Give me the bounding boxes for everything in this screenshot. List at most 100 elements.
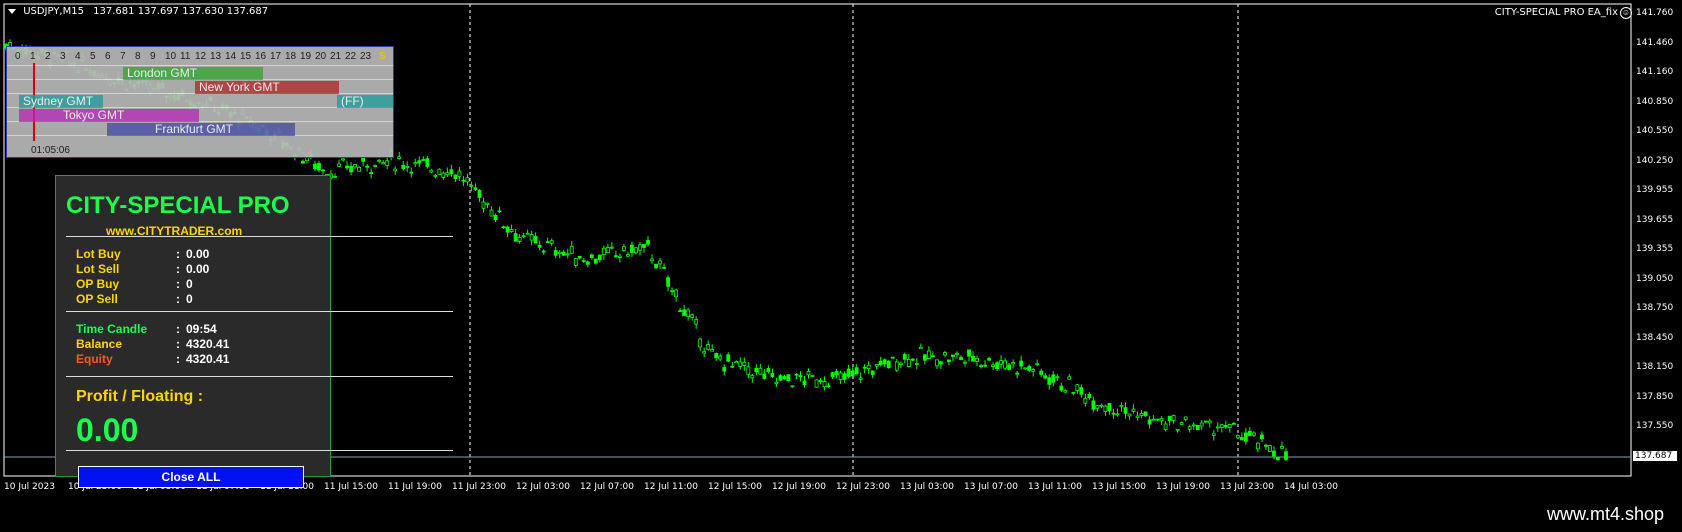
s-label: S [379,51,386,62]
hour-label: 0 [15,51,21,62]
candle-body [995,362,999,370]
time-axis-label: 12 Jul 19:00 [772,482,826,492]
time-axis-label: 12 Jul 11:00 [644,482,698,492]
hour-label: 23 [360,51,372,62]
divider [66,450,453,451]
candle-body [662,266,666,269]
candle-body [493,214,498,221]
hour-scale: 0 1 2 3 4 5 6 7 8 9 10 11 12 13 14 15 16 17 18 19 20 21 22 23 [15,51,375,62]
candle-body [658,260,662,265]
candle-body [321,169,325,172]
candle-body [605,247,610,254]
candle-body [585,261,590,265]
candle-body [959,356,963,361]
candle-body [481,201,486,209]
candle-body [818,380,823,383]
candle-body [910,358,915,361]
candle-body [822,381,827,388]
dropdown-icon[interactable] [8,8,16,14]
candle-body [1031,369,1036,372]
candle-body [1223,425,1228,428]
candle-body [361,157,366,162]
time-axis-label: 13 Jul 19:00 [1156,482,1210,492]
candle-body [1272,450,1276,457]
candle-body [678,310,682,313]
time-axis-label: 10 Jul 2023 [4,482,55,492]
ea-stat-row: Lot Buy:0.00 [76,247,210,261]
hour-label: 9 [150,51,156,62]
candle-body [1215,426,1220,429]
brand-watermark: www.mt4.shop [1546,504,1664,524]
candle-body [1131,408,1136,412]
candle-body [357,167,362,172]
candle-body [935,359,939,367]
candle-body [750,375,755,379]
candle-body [1119,404,1124,407]
hour-label: 8 [135,51,141,62]
chart-window[interactable]: USDJPY,M15 137.681 137.697 137.630 137.6… [0,0,1682,496]
candle-body [1019,360,1024,367]
time-axis-label: 13 Jul 11:00 [1028,482,1082,492]
ea-stat-row: OP Buy:0 [76,277,193,291]
sessions-panel[interactable]: 0 1 2 3 4 5 6 7 8 9 10 11 12 13 14 15 16 17 18 19 20 21 22 23 S… [6,46,394,158]
ohlc-values: 137.681 137.697 137.630 137.687 [93,6,269,17]
candle-body [421,159,426,161]
candle-body [513,233,518,242]
candle-body [830,372,835,377]
hour-label: 1 [30,51,36,62]
candle-body [473,187,478,190]
candle-body [1219,424,1224,429]
candle-body [1151,418,1156,421]
candle-body [1059,385,1064,391]
candle-body [1111,412,1116,415]
candle-body [794,373,799,376]
divider [66,311,453,312]
candle-body [975,357,979,362]
candle-body [577,255,582,259]
candle-body [850,370,855,377]
hour-label: 7 [120,51,126,62]
session-frankfurt: Frankfurt GMT [107,123,295,136]
candle-body [569,245,574,254]
candle-body [429,169,434,173]
symbol-label: USDJPY,M15 [23,6,84,17]
candle-body [774,381,779,385]
hour-label: 18 [285,51,297,62]
candle-body [987,358,991,361]
candle-body [866,364,871,369]
time-axis-label: 13 Jul 23:00 [1220,482,1274,492]
candle-body [545,241,550,243]
candle-body [690,314,695,318]
candle-body [1051,374,1056,383]
candle-body [622,246,626,251]
candle-body [802,380,807,386]
candle-body [417,160,422,164]
candle-body [425,158,430,167]
price-axis-label: 137.550 [1636,421,1674,431]
equity-row: Equity:4320.41 [76,352,230,366]
candle-body [1075,384,1080,391]
candle-body [686,309,691,318]
candle-body [806,371,811,376]
smiley-icon[interactable]: ☺ [1620,7,1632,19]
candle-body [465,177,470,183]
candle-body [930,355,935,358]
hour-label: 11 [180,51,191,62]
candle-body [926,350,931,359]
time-axis-label: 13 Jul 03:00 [900,482,954,492]
candle-body [782,376,787,380]
close-all-button[interactable]: Close ALL [78,466,304,488]
candle-body [726,354,731,362]
candle-body [1284,451,1288,460]
candle-body [1280,446,1284,449]
grid-line [7,65,393,66]
candle-body [449,169,454,175]
hour-label: 4 [75,51,81,62]
balance-row: Balance:4320.41 [76,337,230,351]
footer-bar: www.mt4.shop [0,496,1682,532]
hour-label: 13 [210,51,222,62]
candle-body [433,174,438,177]
candle-body [730,365,735,368]
candle-body [565,253,570,256]
price-axis-label: 137.850 [1636,391,1674,402]
